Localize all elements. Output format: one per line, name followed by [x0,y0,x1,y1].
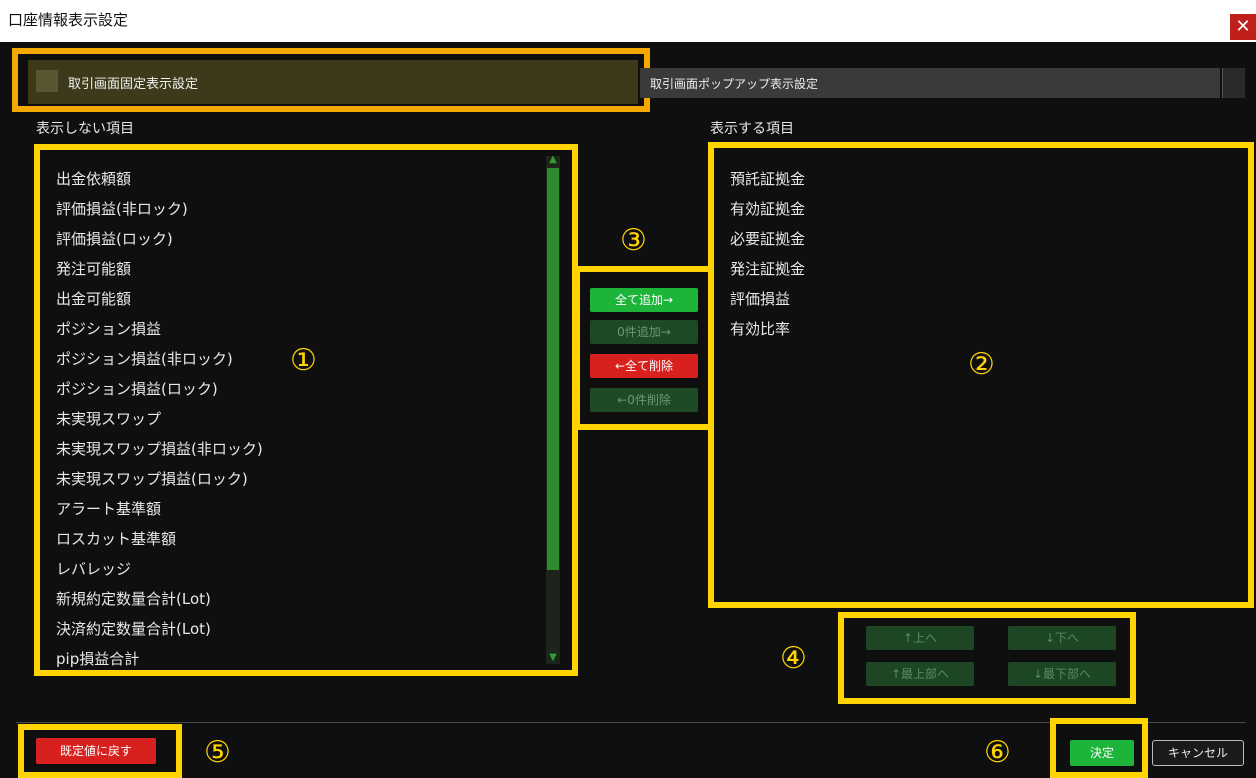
marker-1: ① [290,343,317,378]
marker-6: ⑥ [984,735,1011,770]
list-item[interactable]: 新規約定数量合計(Lot) [56,588,211,609]
marker-2: ② [968,347,995,382]
marker-4: ④ [780,641,807,676]
hidden-items-viewport: 出金依頼額 評価損益(非ロック) 評価損益(ロック) 発注可能額 出金可能額 ポ… [40,150,540,670]
list-item[interactable]: 必要証拠金 [730,228,805,249]
list-item[interactable]: 評価損益(ロック) [56,228,173,249]
list-item[interactable]: 未実現スワップ損益(ロック) [56,468,248,489]
list-item[interactable]: pip損益合計 [56,648,139,669]
list-item[interactable]: 有効比率 [730,318,790,339]
ok-button[interactable]: 決定 [1070,740,1134,766]
list-item[interactable]: 評価損益 [730,288,790,309]
list-item[interactable]: 出金可能額 [56,288,131,309]
reset-defaults-button[interactable]: 既定値に戻す [36,738,156,764]
list-item[interactable]: 未実現スワップ損益(非ロック) [56,438,263,459]
list-item[interactable]: ポジション損益 [56,318,161,339]
highlight-tab-frame [12,48,650,112]
add-all-button[interactable]: 全て追加→ [590,288,698,312]
list-item[interactable]: 未実現スワップ [56,408,161,429]
list-item[interactable]: 有効証拠金 [730,198,805,219]
list-item[interactable]: ポジション損益(ロック) [56,378,218,399]
list-item[interactable]: 発注証拠金 [730,258,805,279]
move-up-button[interactable]: ↑上へ [866,626,974,650]
list-item[interactable]: 発注可能額 [56,258,131,279]
list-item[interactable]: 評価損益(非ロック) [56,198,188,219]
scroll-down-icon[interactable]: ▼ [546,652,560,664]
list-item[interactable]: 決済約定数量合計(Lot) [56,618,211,639]
add-selected-button[interactable]: 0件追加→ [590,320,698,344]
remove-selected-button[interactable]: ←0件削除 [590,388,698,412]
title-bar [0,0,1256,42]
list-item[interactable]: 預託証拠金 [730,168,805,189]
cancel-button[interactable]: キャンセル [1152,740,1244,766]
move-top-button[interactable]: ↑最上部へ [866,662,974,686]
marker-3: ③ [620,223,647,258]
shown-items-label: 表示する項目 [710,121,794,137]
list-item[interactable]: レバレッジ [56,558,131,579]
move-bottom-button[interactable]: ↓最下部へ [1008,662,1116,686]
close-button[interactable]: ✕ [1230,14,1256,40]
remove-all-button[interactable]: ←全て削除 [590,354,698,378]
move-down-button[interactable]: ↓下へ [1008,626,1116,650]
scrollbar-thumb[interactable] [547,168,559,570]
scroll-up-icon[interactable]: ▲ [546,154,560,166]
list-item[interactable]: ロスカット基準額 [56,528,176,549]
list-item[interactable]: ポジション損益(非ロック) [56,348,233,369]
list-item[interactable]: 出金依頼額 [56,168,131,189]
tab-popup-display-label: 取引画面ポップアップ表示設定 [650,77,819,91]
list-item[interactable]: アラート基準額 [56,498,161,519]
tab-scroll-button[interactable] [1222,68,1245,98]
window-title: 口座情報表示設定 [8,11,129,29]
hidden-items-label: 表示しない項目 [36,121,134,137]
marker-5: ⑤ [204,735,231,770]
